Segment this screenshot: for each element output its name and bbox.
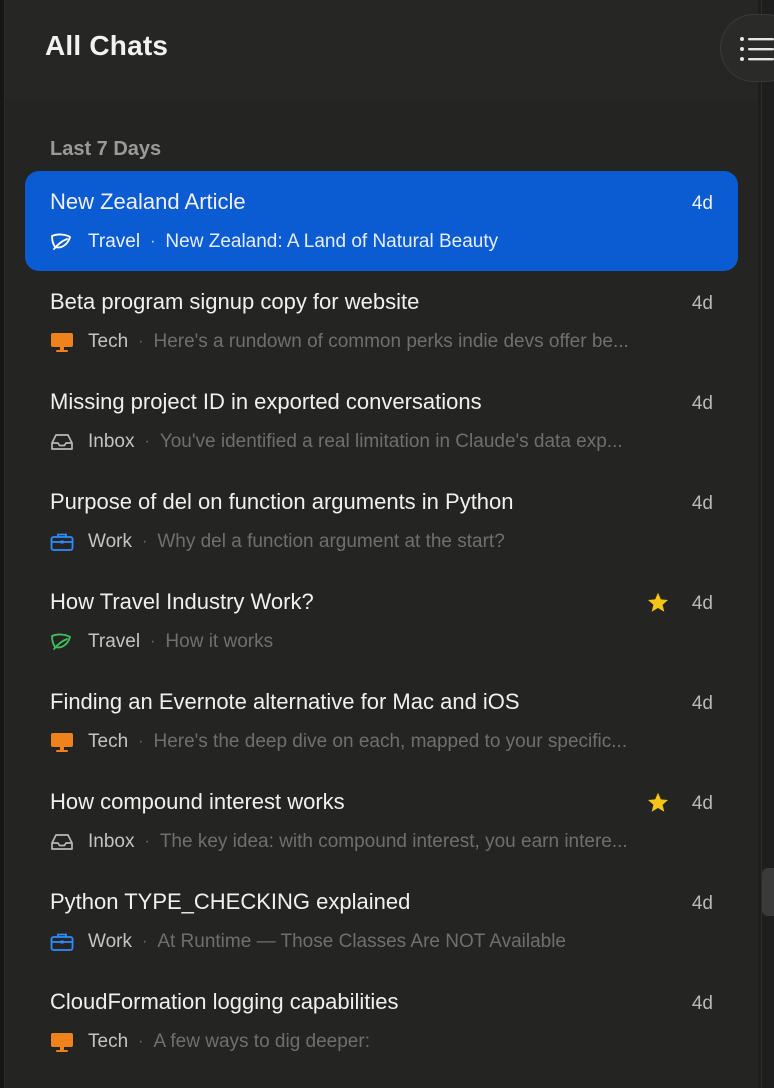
chat-meta: Travel · How it works [50, 631, 710, 653]
chat-title: Purpose of del on function arguments in … [50, 489, 514, 514]
chat-list-item[interactable]: Beta program signup copy for website 4d Te… [25, 271, 738, 371]
scrollbar-thumb[interactable] [762, 868, 774, 916]
briefcase-icon [50, 931, 74, 953]
right-pane-edge [758, 0, 774, 1088]
chat-list-item[interactable]: How compound interest works 4d Inbox · The k… [25, 771, 738, 871]
monitor-icon [50, 331, 74, 353]
separator-dot: · [141, 933, 148, 950]
separator-dot: · [150, 233, 156, 250]
separator-dot: · [138, 733, 144, 750]
chat-meta: Inbox · You've identified a real limitatio… [50, 431, 710, 453]
chat-title: New Zealand Article [50, 189, 246, 214]
chat-meta: Tech · A few ways to dig deeper: [50, 1031, 710, 1053]
chat-title: Beta program signup copy for website [50, 289, 420, 314]
star-icon [648, 792, 668, 812]
category-label: Work [88, 531, 132, 552]
separator-dot: · [144, 833, 150, 850]
chat-age: 4d [691, 193, 713, 214]
chat-list-item[interactable]: CloudFormation logging capabilities 4d Tec… [25, 971, 738, 1071]
chat-title: How Travel Industry Work? [50, 589, 314, 614]
chat-age: 4d [691, 693, 713, 714]
chat-title: How compound interest works [50, 789, 345, 814]
chat-preview: A few ways to dig deeper: [153, 1031, 370, 1052]
leaf-icon [50, 631, 74, 653]
category-label: Tech [88, 731, 129, 752]
chat-age: 4d [691, 293, 713, 314]
page-title: All Chats [45, 30, 169, 61]
chat-preview: How it works [165, 631, 274, 652]
category-label: Work [88, 931, 132, 952]
chat-preview: You've identified a real limitation in C… [159, 431, 623, 452]
separator-dot: · [141, 533, 148, 550]
chat-title: Python TYPE_CHECKING explained [50, 889, 411, 914]
star-indicator[interactable] [646, 791, 670, 820]
chat-meta: Work · Why del a function argument at the … [50, 531, 710, 553]
category-label: Travel [88, 231, 141, 252]
chat-age: 4d [691, 893, 713, 914]
monitor-icon [50, 731, 74, 753]
leaf-icon [50, 231, 74, 253]
category-label: Tech [88, 331, 129, 352]
chat-preview: At Runtime — Those Classes Are NOT Avail… [157, 931, 566, 952]
separator-dot: · [138, 333, 144, 350]
chat-title: Finding an Evernote alternative for Mac … [50, 689, 520, 714]
chat-list-item[interactable]: New Zealand Article 4d Travel · New Zealand:… [25, 171, 738, 271]
divider [761, 0, 762, 1088]
separator-dot: · [144, 433, 150, 450]
inbox-icon [50, 831, 74, 853]
category-label: Travel [88, 631, 141, 652]
chat-meta: Work · At Runtime — Those Classes Are NOT … [50, 931, 710, 953]
chat-preview: Here's a rundown of common perks indie d… [153, 331, 629, 352]
chat-age: 4d [691, 393, 713, 414]
chat-list-item[interactable]: Missing project ID in exported conversat… [25, 371, 738, 471]
category-label: Inbox [88, 831, 135, 852]
briefcase-icon [50, 531, 74, 553]
chat-preview: Why del a function argument at the start… [157, 531, 505, 552]
chat-list-item[interactable]: Python TYPE_CHECKING explained 4d Work · At … [25, 871, 738, 971]
section-label-last-7-days: Last 7 Days [50, 138, 162, 160]
star-indicator[interactable] [646, 591, 670, 620]
separator-dot: · [150, 633, 156, 650]
list-icon [740, 37, 774, 61]
category-label: Tech [88, 1031, 129, 1052]
chat-title: CloudFormation logging capabilities [50, 989, 399, 1014]
star-icon [648, 592, 668, 612]
chat-meta: Travel · New Zealand: A Land of Natural Be… [50, 231, 710, 253]
chat-preview: The key idea: with compound interest, yo… [159, 831, 628, 852]
chat-list-item[interactable]: Purpose of del on function arguments in … [25, 471, 738, 571]
monitor-icon [50, 1031, 74, 1053]
chat-list-header: All Chats [5, 0, 758, 100]
category-label: Inbox [88, 431, 135, 452]
chat-age: 4d [691, 793, 713, 814]
chat-age: 4d [691, 493, 713, 514]
chat-list-item[interactable]: Finding an Evernote alternative for Mac … [25, 671, 738, 771]
chat-meta: Tech · Here's the deep dive on each, mappe… [50, 731, 710, 753]
chat-meta: Tech · Here's a rundown of common perks in… [50, 331, 710, 353]
separator-dot: · [138, 1033, 144, 1050]
chat-list-item[interactable]: How Travel Industry Work? 4d Travel · How it… [25, 571, 738, 671]
inbox-icon [50, 431, 74, 453]
chat-age: 4d [691, 993, 713, 1014]
chat-meta: Inbox · The key idea: with compound intere… [50, 831, 710, 853]
chat-preview: New Zealand: A Land of Natural Beauty [165, 231, 499, 252]
chat-age: 4d [691, 593, 713, 614]
chat-preview: Here's the deep dive on each, mapped to … [153, 731, 628, 752]
chat-title: Missing project ID in exported conversat… [50, 389, 482, 414]
